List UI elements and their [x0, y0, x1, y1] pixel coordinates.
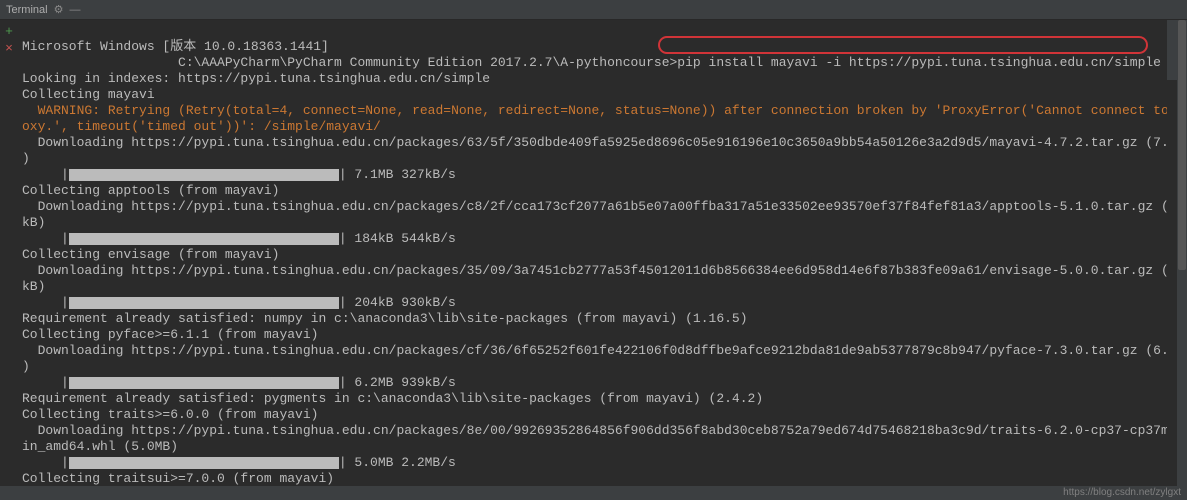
progress-bar: [69, 297, 339, 309]
add-terminal-icon[interactable]: +: [0, 20, 18, 39]
output-line: Collecting apptools (from mayavi): [22, 183, 279, 198]
output-line: Collecting pyface>=6.1.1 (from mayavi): [22, 327, 318, 342]
progress-line: || 5.0MB 2.2MB/s: [22, 455, 456, 470]
output-line: Downloading https://pypi.tuna.tsinghua.e…: [22, 423, 1167, 438]
progress-bar: [69, 377, 339, 389]
progress-line: || 204kB 930kB/s: [22, 295, 456, 310]
output-line: Microsoft Windows [版本 10.0.18363.1441]: [22, 39, 329, 54]
output-line: Collecting mayavi: [22, 87, 155, 102]
progress-bar: [69, 169, 339, 181]
close-terminal-icon[interactable]: ×: [0, 39, 18, 56]
output-line: in_amd64.whl (5.0MB): [22, 439, 178, 454]
scrollbar-thumb[interactable]: [1178, 20, 1186, 270]
progress-line: || 7.1MB 327kB/s: [22, 167, 456, 182]
terminal-scrollbar[interactable]: [1177, 20, 1187, 486]
terminal-left-toolbar: + ×: [0, 20, 18, 56]
output-line: Collecting traits>=6.0.0 (from mayavi): [22, 407, 318, 422]
output-line: kB): [22, 279, 45, 294]
terminal-output[interactable]: Microsoft Windows [版本 10.0.18363.1441] C…: [18, 20, 1167, 486]
output-line: Collecting traitsui>=7.0.0 (from mayavi): [22, 471, 334, 486]
output-warning: oxy.', timeout('timed out'))': /simple/m…: [22, 119, 381, 134]
output-line: ): [22, 151, 30, 166]
output-line: ): [22, 359, 30, 374]
minimize-icon[interactable]: —: [69, 4, 80, 16]
progress-bar: [69, 457, 339, 469]
gear-icon[interactable]: ⚙: [54, 3, 64, 16]
output-warning: WARNING: Retrying (Retry(total=4, connec…: [22, 103, 1167, 118]
progress-bar: [69, 233, 339, 245]
output-line: Looking in indexes: https://pypi.tuna.ts…: [22, 71, 490, 86]
footer-text: https://blog.csdn.net/zylgxt: [1063, 487, 1181, 498]
output-line: Downloading https://pypi.tuna.tsinghua.e…: [22, 199, 1167, 214]
output-line: C:\AAAPyCharm\PyCharm Community Edition …: [22, 55, 1161, 70]
output-line: Downloading https://pypi.tuna.tsinghua.e…: [22, 263, 1167, 278]
progress-line: || 6.2MB 939kB/s: [22, 375, 456, 390]
terminal-title-bar: Terminal ⚙ —: [0, 0, 1187, 20]
output-line: Collecting envisage (from mayavi): [22, 247, 279, 262]
output-line: kB): [22, 215, 45, 230]
status-footer: https://blog.csdn.net/zylgxt: [0, 486, 1187, 500]
output-line: Requirement already satisfied: numpy in …: [22, 311, 748, 326]
terminal-tab-label[interactable]: Terminal: [6, 4, 48, 16]
progress-line: || 184kB 544kB/s: [22, 231, 456, 246]
output-line: Downloading https://pypi.tuna.tsinghua.e…: [22, 135, 1167, 150]
output-line: Requirement already satisfied: pygments …: [22, 391, 763, 406]
output-line: Downloading https://pypi.tuna.tsinghua.e…: [22, 343, 1167, 358]
